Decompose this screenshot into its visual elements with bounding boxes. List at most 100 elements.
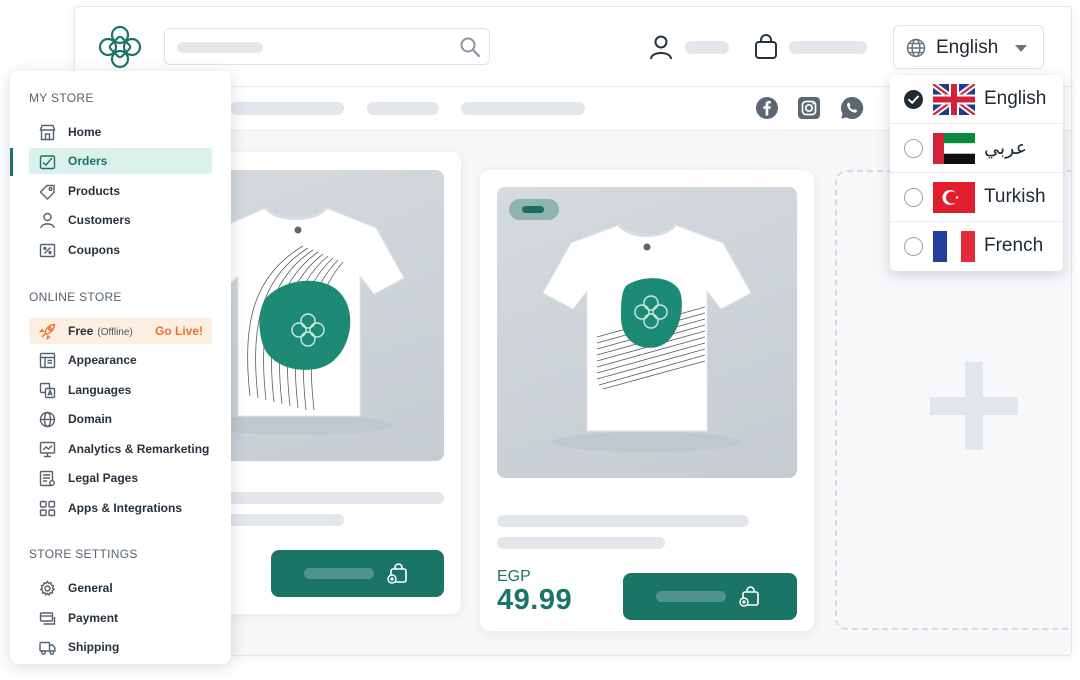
tag-icon — [39, 184, 55, 200]
sidebar-item-label: Appearance — [68, 353, 137, 367]
language-option-turkish[interactable]: Turkish — [890, 173, 1063, 222]
uae-flag-icon — [933, 133, 975, 164]
add-to-cart-label-placeholder — [304, 568, 374, 579]
sidebar-item-payment[interactable]: Payment — [29, 605, 212, 631]
product-title-placeholder — [497, 515, 749, 527]
search-icon[interactable] — [459, 36, 481, 58]
facebook-icon[interactable] — [755, 96, 779, 120]
radio-button[interactable] — [904, 188, 923, 207]
plan-name: Free — [68, 324, 94, 338]
section-title-store-settings: STORE SETTINGS — [29, 547, 138, 561]
sidebar-item-home[interactable]: Home — [29, 119, 212, 145]
go-live-link[interactable]: Go Live! — [155, 324, 203, 338]
nav-link-placeholder[interactable] — [461, 102, 585, 115]
sidebar-item-general[interactable]: General — [29, 575, 212, 601]
language-option-label: French — [984, 235, 1044, 256]
language-option-french[interactable]: French — [890, 222, 1063, 271]
add-to-cart-button[interactable] — [271, 550, 444, 597]
sidebar-item-label: Languages — [68, 383, 132, 397]
brand-logo-icon[interactable] — [97, 24, 143, 70]
whatsapp-icon[interactable] — [840, 96, 864, 120]
admin-sidebar: MY STORE Home Orders Products Customers … — [10, 71, 231, 664]
sidebar-item-label: Analytics & Remarketing — [68, 442, 210, 456]
truck-icon — [39, 641, 56, 655]
checkmark-icon — [904, 90, 923, 109]
turkey-flag-icon — [933, 182, 975, 213]
analytics-icon — [39, 441, 56, 458]
sidebar-item-shipping[interactable]: Shipping — [29, 634, 212, 660]
globe-icon — [906, 38, 926, 58]
sidebar-item-label: Customers — [68, 213, 131, 227]
language-option-label: عربي — [984, 138, 1027, 159]
sidebar-item-coupons[interactable]: Coupons — [29, 237, 212, 263]
language-option-english[interactable]: English — [890, 75, 1063, 124]
globe-icon — [39, 411, 56, 428]
section-title-online-store: ONLINE STORE — [29, 290, 122, 304]
product-subtitle-placeholder — [497, 537, 665, 549]
sidebar-item-label: Home — [68, 125, 102, 139]
add-to-bag-icon — [739, 586, 759, 607]
store-icon — [39, 124, 56, 141]
product-card[interactable]: EGP 49.99 — [480, 170, 814, 631]
sidebar-item-label: Products — [68, 184, 121, 198]
language-option-arabic[interactable]: عربي — [890, 124, 1063, 173]
sidebar-item-label: Coupons — [68, 243, 120, 257]
radio-button[interactable] — [904, 237, 923, 256]
product-image[interactable] — [497, 187, 797, 478]
sidebar-item-appearance[interactable]: Appearance — [29, 347, 212, 373]
product-badge — [509, 199, 559, 220]
sidebar-item-label: Orders — [68, 154, 108, 168]
nav-link-placeholder[interactable] — [230, 102, 344, 115]
sidebar-item-label: Shipping — [68, 640, 120, 654]
sidebar-item-domain[interactable]: Domain — [29, 406, 212, 432]
language-selector-label: English — [936, 37, 999, 58]
document-icon — [39, 470, 55, 487]
sidebar-item-label: Apps & Integrations — [68, 501, 183, 515]
sidebar-item-languages[interactable]: Languages — [29, 377, 212, 403]
sidebar-item-label: Domain — [68, 412, 113, 426]
add-to-bag-icon — [387, 563, 407, 584]
chevron-down-icon — [1015, 45, 1027, 52]
add-to-cart-button[interactable] — [623, 573, 797, 620]
add-to-cart-label-placeholder — [656, 591, 726, 602]
tshirt-stripes-print-image — [542, 223, 752, 452]
plan-status: (Offline) — [97, 327, 133, 338]
percent-icon — [39, 243, 56, 258]
uk-flag-icon — [933, 84, 975, 115]
cart-label-placeholder — [789, 41, 867, 54]
search-input[interactable] — [164, 28, 490, 65]
payment-icon — [39, 612, 56, 625]
nav-link-placeholder[interactable] — [367, 102, 439, 115]
sidebar-item-analytics[interactable]: Analytics & Remarketing — [29, 436, 212, 462]
sidebar-item-free-plan[interactable]: Free (Offline) Go Live! — [29, 318, 212, 344]
france-flag-icon — [933, 231, 975, 262]
language-option-label: Turkish — [984, 186, 1046, 207]
sidebar-item-label: Free (Offline) — [68, 324, 133, 338]
account-icon[interactable] — [649, 34, 673, 60]
sidebar-item-label: General — [68, 581, 113, 595]
language-option-label: English — [984, 88, 1047, 109]
sidebar-item-customers[interactable]: Customers — [29, 207, 212, 233]
translate-icon — [39, 382, 56, 399]
sidebar-item-orders[interactable]: Orders — [29, 148, 212, 174]
radio-button[interactable] — [904, 139, 923, 158]
language-selector[interactable]: English — [893, 25, 1044, 69]
sidebar-item-apps[interactable]: Apps & Integrations — [29, 495, 212, 521]
cart-icon[interactable] — [754, 34, 778, 60]
sidebar-item-label: Payment — [68, 611, 119, 625]
language-dropdown-menu: English عربي Turkish French — [890, 75, 1063, 271]
app-screenshot: English EGP 49.99 English عربي Turkish F… — [0, 0, 1080, 680]
search-placeholder — [177, 42, 263, 53]
instagram-icon[interactable] — [797, 96, 821, 120]
person-icon — [40, 212, 55, 229]
sidebar-item-products[interactable]: Products — [29, 178, 212, 204]
plus-icon — [930, 362, 1018, 450]
sidebar-item-legal-pages[interactable]: Legal Pages — [29, 465, 212, 491]
account-label-placeholder — [685, 41, 729, 54]
price-value: 49.99 — [497, 584, 573, 616]
active-indicator — [10, 148, 13, 176]
sidebar-item-label: Legal Pages — [68, 471, 139, 485]
section-title-my-store: MY STORE — [29, 91, 94, 105]
orders-icon — [39, 155, 56, 170]
gear-icon — [39, 580, 56, 597]
